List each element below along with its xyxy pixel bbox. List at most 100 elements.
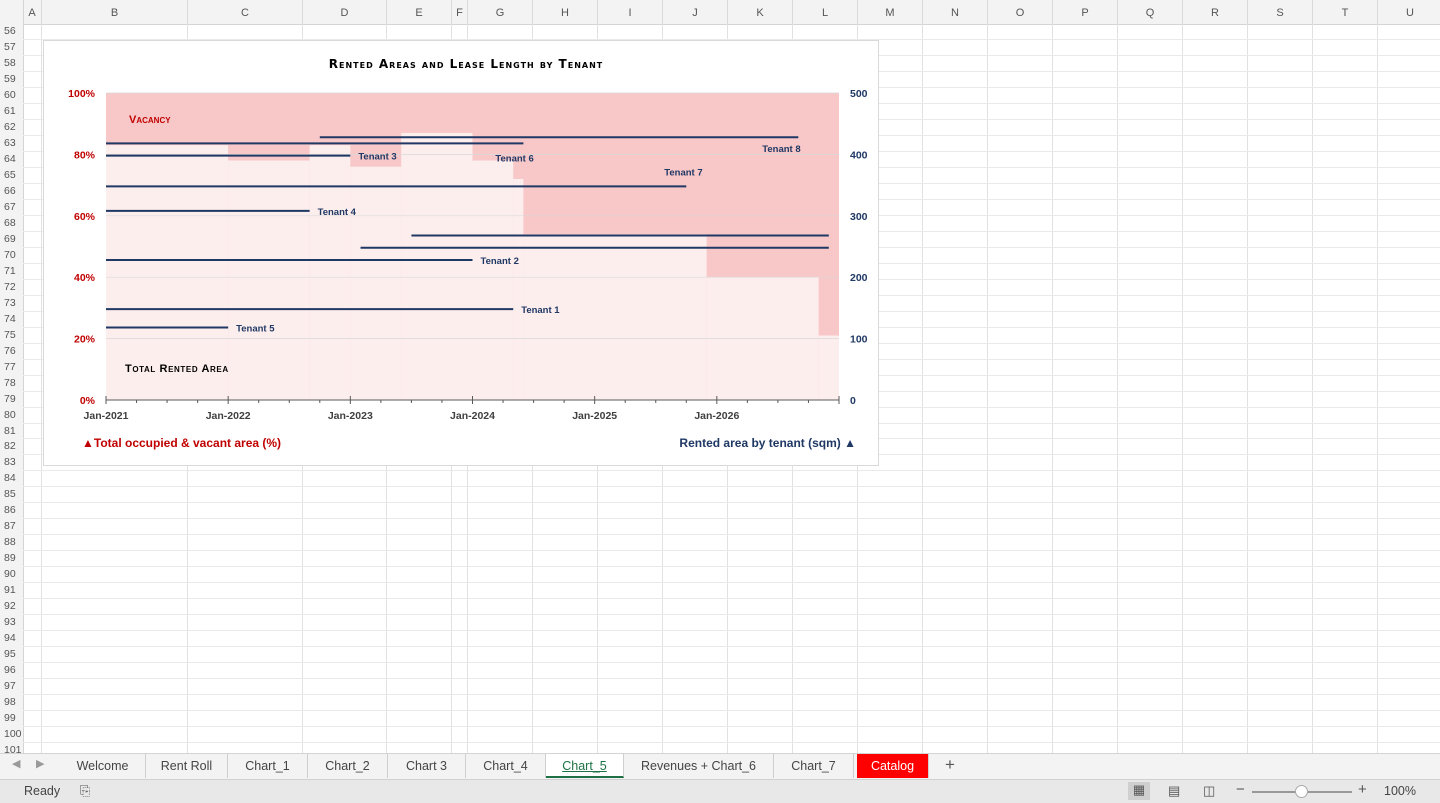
- col-header-k[interactable]: K: [728, 0, 793, 24]
- col-header-a[interactable]: A: [23, 0, 42, 24]
- page-break-icon[interactable]: ◫: [1203, 783, 1215, 799]
- tab-chart-7[interactable]: Chart_7: [774, 754, 854, 778]
- row-header-74[interactable]: 74: [0, 313, 22, 329]
- row-header-80[interactable]: 80: [0, 409, 22, 425]
- occupied-area-step: [401, 132, 473, 400]
- col-header-e[interactable]: E: [387, 0, 452, 24]
- row-header-87[interactable]: 87: [0, 520, 22, 536]
- row-header-91[interactable]: 91: [0, 584, 22, 600]
- col-header-r[interactable]: R: [1183, 0, 1248, 24]
- col-header-u[interactable]: U: [1378, 0, 1440, 24]
- select-all-corner[interactable]: [0, 0, 24, 24]
- tab-chart-1[interactable]: Chart_1: [228, 754, 308, 778]
- tab-chart-2[interactable]: Chart_2: [308, 754, 388, 778]
- row-header-60[interactable]: 60: [0, 89, 22, 105]
- row-header-96[interactable]: 96: [0, 664, 22, 680]
- row-header-59[interactable]: 59: [0, 73, 22, 89]
- zoom-out-icon[interactable]: −: [1236, 781, 1245, 798]
- row-header-89[interactable]: 89: [0, 552, 22, 568]
- tab-chart-4[interactable]: Chart_4: [466, 754, 546, 778]
- chart-rented-areas[interactable]: Rented Areas and Lease Length by Tenant 0…: [43, 40, 879, 466]
- row-header-56[interactable]: 56: [0, 25, 22, 41]
- row-header-81[interactable]: 81: [0, 425, 22, 441]
- row-header-72[interactable]: 72: [0, 281, 22, 297]
- row-header-73[interactable]: 73: [0, 297, 22, 313]
- zoom-in-icon[interactable]: +: [1358, 781, 1367, 798]
- tab-chart-5[interactable]: Chart_5: [546, 754, 624, 778]
- col-header-g[interactable]: G: [468, 0, 533, 24]
- row-header-65[interactable]: 65: [0, 169, 22, 185]
- row-header-58[interactable]: 58: [0, 57, 22, 73]
- row-header-57[interactable]: 57: [0, 41, 22, 57]
- right-axis-tick-label: 200: [850, 272, 868, 284]
- col-header-j[interactable]: J: [663, 0, 728, 24]
- row-header-77[interactable]: 77: [0, 361, 22, 377]
- add-sheet-icon[interactable]: +: [945, 755, 955, 775]
- row-header-75[interactable]: 75: [0, 329, 22, 345]
- row-header-97[interactable]: 97: [0, 680, 22, 696]
- row-header-94[interactable]: 94: [0, 632, 22, 648]
- col-header-h[interactable]: H: [533, 0, 598, 24]
- tab-chart-3[interactable]: Chart 3: [388, 754, 466, 778]
- right-axis-tick-label: 500: [850, 88, 868, 100]
- tenant-label: Tenant 3: [358, 152, 396, 163]
- row-header-93[interactable]: 93: [0, 616, 22, 632]
- col-header-p[interactable]: P: [1053, 0, 1118, 24]
- row-header-76[interactable]: 76: [0, 345, 22, 361]
- col-header-m[interactable]: M: [858, 0, 923, 24]
- row-header-90[interactable]: 90: [0, 568, 22, 584]
- row-header-88[interactable]: 88: [0, 536, 22, 552]
- col-header-f[interactable]: F: [452, 0, 468, 24]
- row-header-70[interactable]: 70: [0, 249, 22, 265]
- col-header-q[interactable]: Q: [1118, 0, 1183, 24]
- row-header-92[interactable]: 92: [0, 600, 22, 616]
- row-header-83[interactable]: 83: [0, 456, 22, 472]
- status-ready: Ready: [24, 784, 61, 798]
- row-header-85[interactable]: 85: [0, 488, 22, 504]
- tenant-label: Tenant 5: [236, 324, 275, 335]
- tab-scroll-left-icon[interactable]: ◀: [12, 757, 20, 770]
- col-header-d[interactable]: D: [303, 0, 387, 24]
- row-header-62[interactable]: 62: [0, 121, 22, 137]
- tab-scroll-right-icon[interactable]: ▶: [36, 757, 44, 770]
- zoom-percent[interactable]: 100%: [1384, 784, 1416, 798]
- row-header-98[interactable]: 98: [0, 696, 22, 712]
- row-header-67[interactable]: 67: [0, 201, 22, 217]
- x-axis-tick-label: Jan-2021: [84, 410, 129, 422]
- row-header-78[interactable]: 78: [0, 377, 22, 393]
- col-header-n[interactable]: N: [923, 0, 988, 24]
- row-header-61[interactable]: 61: [0, 105, 22, 121]
- row-header-69[interactable]: 69: [0, 233, 22, 249]
- row-header-82[interactable]: 82: [0, 440, 22, 456]
- col-header-c[interactable]: C: [188, 0, 303, 24]
- tab-catalog[interactable]: Catalog: [857, 754, 929, 778]
- occupied-area-step: [350, 166, 402, 400]
- row-header-84[interactable]: 84: [0, 472, 22, 488]
- col-header-l[interactable]: L: [793, 0, 858, 24]
- col-header-b[interactable]: B: [42, 0, 188, 24]
- row-header-95[interactable]: 95: [0, 648, 22, 664]
- row-header-71[interactable]: 71: [0, 265, 22, 281]
- macro-record-icon[interactable]: ⎘: [80, 783, 90, 799]
- occupied-area-step: [106, 145, 229, 400]
- col-header-s[interactable]: S: [1248, 0, 1313, 24]
- col-header-i[interactable]: I: [598, 0, 663, 24]
- row-header-66[interactable]: 66: [0, 185, 22, 201]
- row-header-100[interactable]: 100: [0, 728, 22, 744]
- col-header-o[interactable]: O: [988, 0, 1053, 24]
- tenant-label: Tenant 2: [481, 256, 519, 267]
- row-header-86[interactable]: 86: [0, 504, 22, 520]
- zoom-slider-thumb[interactable]: [1295, 785, 1308, 798]
- row-header-79[interactable]: 79: [0, 393, 22, 409]
- tab-welcome[interactable]: Welcome: [60, 754, 146, 778]
- row-header-68[interactable]: 68: [0, 217, 22, 233]
- tab-rent-roll[interactable]: Rent Roll: [146, 754, 228, 778]
- row-header-99[interactable]: 99: [0, 712, 22, 728]
- normal-view-icon[interactable]: ▦: [1128, 782, 1150, 800]
- row-header-64[interactable]: 64: [0, 153, 22, 169]
- row-header-63[interactable]: 63: [0, 137, 22, 153]
- col-header-t[interactable]: T: [1313, 0, 1378, 24]
- page-layout-icon[interactable]: ▤: [1168, 783, 1180, 799]
- tenant-label: Tenant 8: [762, 144, 800, 155]
- tab-revenues-chart-6[interactable]: Revenues + Chart_6: [624, 754, 774, 778]
